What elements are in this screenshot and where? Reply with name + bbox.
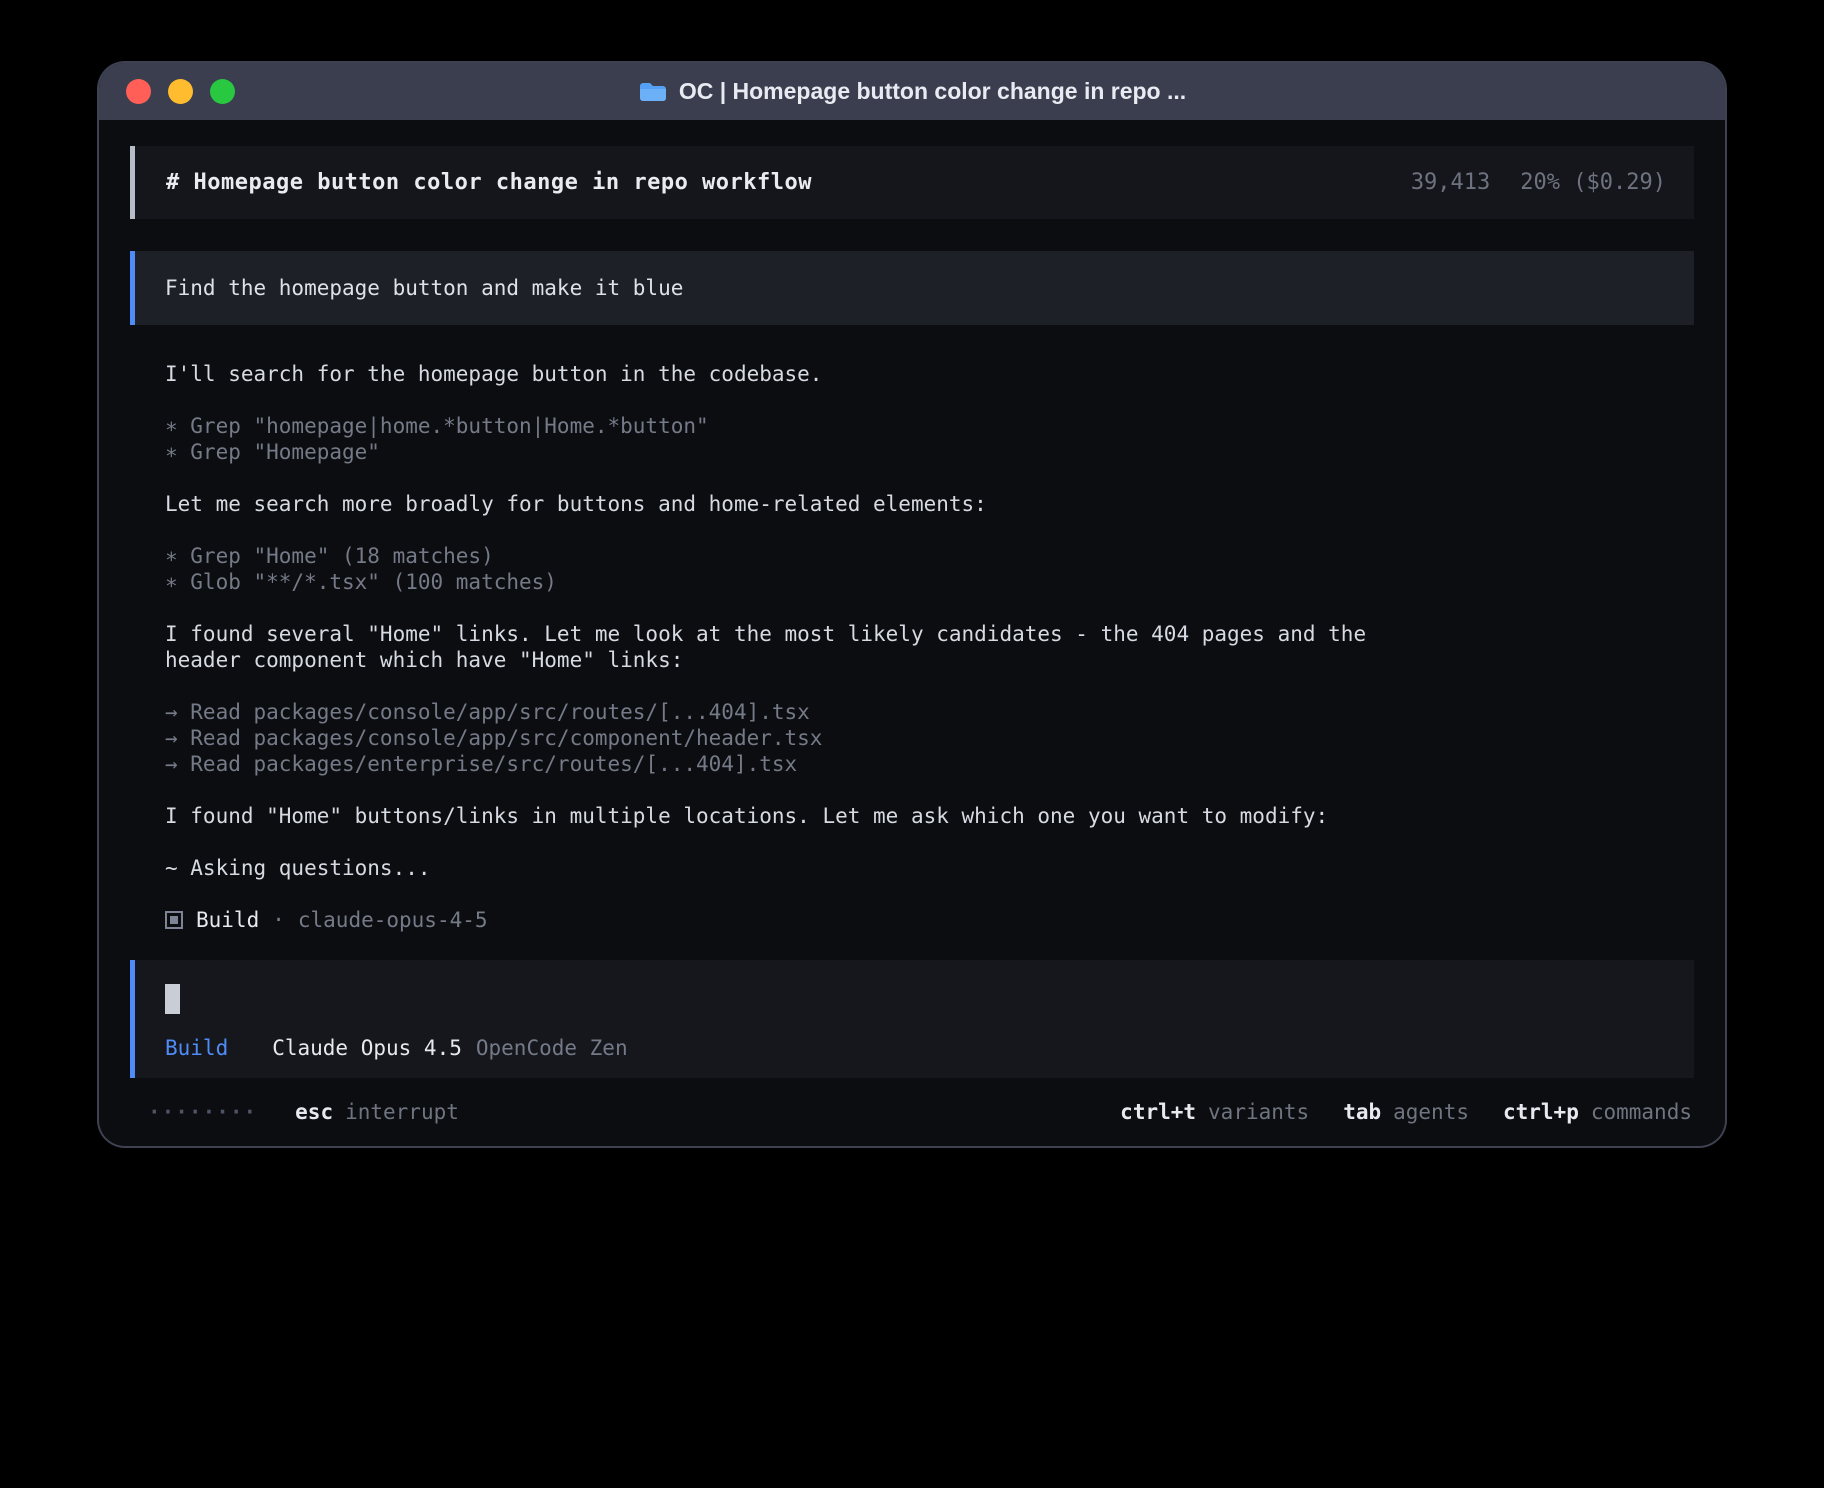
tool-call-read: → Read packages/console/app/src/componen… <box>165 725 1410 751</box>
assistant-paragraph: I'll search for the homepage button in t… <box>165 361 1410 387</box>
minimize-button[interactable] <box>168 79 193 104</box>
agent-status-row: Build · claude-opus-4-5 <box>165 907 1694 933</box>
user-message-text: Find the homepage button and make it blu… <box>165 276 683 300</box>
tool-call-grep: ∗ Grep "Homepage" <box>165 439 1410 465</box>
terminal-window: OC | Homepage button color change in rep… <box>99 63 1725 1146</box>
close-button[interactable] <box>126 79 151 104</box>
interrupt-key: esc <box>295 1100 333 1124</box>
assistant-activity: ~ Asking questions... <box>165 855 1410 881</box>
terminal-content: # Homepage button color change in repo w… <box>99 120 1725 1146</box>
provider-label: OpenCode Zen <box>476 1036 628 1060</box>
agent-separator: · <box>272 907 285 933</box>
tool-call-group: → Read packages/console/app/src/routes/[… <box>165 699 1410 777</box>
context-usage: 20% ($0.29) <box>1520 170 1666 195</box>
tool-call-glob: ∗ Glob "**/*.tsx" (100 matches) <box>165 569 1410 595</box>
session-title: # Homepage button color change in repo w… <box>166 170 812 195</box>
interrupt-hint: esc interrupt <box>295 1100 459 1124</box>
agent-name: Build <box>196 907 259 933</box>
agent-icon <box>165 911 183 929</box>
assistant-paragraph: Let me search more broadly for buttons a… <box>165 491 1410 517</box>
shortcut-key: ctrl+t <box>1120 1100 1196 1124</box>
window-title-group: OC | Homepage button color change in rep… <box>638 78 1186 105</box>
tool-call-grep: ∗ Grep "homepage|home.*button|Home.*butt… <box>165 413 1410 439</box>
window-titlebar[interactable]: OC | Homepage button color change in rep… <box>99 63 1725 120</box>
shortcut-label: commands <box>1591 1100 1692 1124</box>
shortcut-key: ctrl+p <box>1503 1100 1579 1124</box>
traffic-lights <box>126 63 235 120</box>
shortcut-variants: ctrl+t variants <box>1120 1100 1309 1124</box>
agent-mode-label[interactable]: Build <box>165 1036 228 1060</box>
tool-call-group: ∗ Grep "homepage|home.*button|Home.*butt… <box>165 413 1410 465</box>
tool-call-grep: ∗ Grep "Home" (18 matches) <box>165 543 1410 569</box>
shortcut-key: tab <box>1343 1100 1381 1124</box>
tool-call-group: ∗ Grep "Home" (18 matches) ∗ Glob "**/*.… <box>165 543 1410 595</box>
tool-call-read: → Read packages/enterprise/src/routes/[.… <box>165 751 1410 777</box>
user-message: Find the homepage button and make it blu… <box>130 251 1694 325</box>
assistant-paragraph: I found "Home" buttons/links in multiple… <box>165 803 1410 829</box>
activity-dots-icon: ········ <box>148 1100 257 1124</box>
shortcut-agents: tab agents <box>1343 1100 1469 1124</box>
session-stats: 39,413 20% ($0.29) <box>1411 170 1666 195</box>
shortcut-commands: ctrl+p commands <box>1503 1100 1692 1124</box>
model-label[interactable]: Claude Opus 4.5 <box>272 1036 462 1060</box>
shortcut-label: variants <box>1208 1100 1309 1124</box>
interrupt-label: interrupt <box>345 1100 459 1124</box>
text-cursor-icon <box>165 984 180 1014</box>
agent-model: claude-opus-4-5 <box>298 907 488 933</box>
assistant-response: I'll search for the homepage button in t… <box>130 361 1694 933</box>
assistant-paragraph: I found several "Home" links. Let me loo… <box>165 621 1410 673</box>
token-count: 39,413 <box>1411 170 1490 195</box>
input-meta-bar: Build Claude Opus 4.5 OpenCode Zen <box>165 1036 1668 1060</box>
shortcut-label: agents <box>1393 1100 1469 1124</box>
folder-icon <box>638 81 666 103</box>
status-bar: ········ esc interrupt ctrl+t variants t… <box>130 1100 1694 1124</box>
session-header: # Homepage button color change in repo w… <box>130 146 1694 219</box>
prompt-input[interactable]: Build Claude Opus 4.5 OpenCode Zen <box>130 960 1694 1078</box>
shortcut-hints: ctrl+t variants tab agents ctrl+p comman… <box>1098 1100 1692 1124</box>
zoom-button[interactable] <box>210 79 235 104</box>
window-title: OC | Homepage button color change in rep… <box>679 78 1186 105</box>
tool-call-read: → Read packages/console/app/src/routes/[… <box>165 699 1410 725</box>
